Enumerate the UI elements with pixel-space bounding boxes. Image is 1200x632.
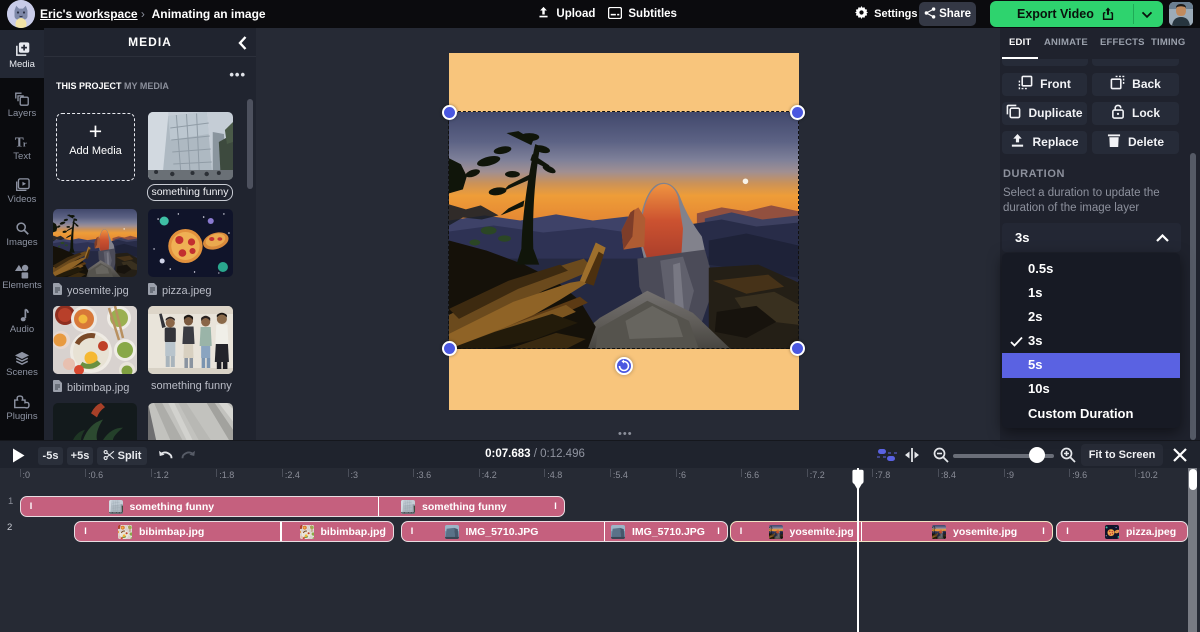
svg-text:r: r — [23, 138, 27, 148]
